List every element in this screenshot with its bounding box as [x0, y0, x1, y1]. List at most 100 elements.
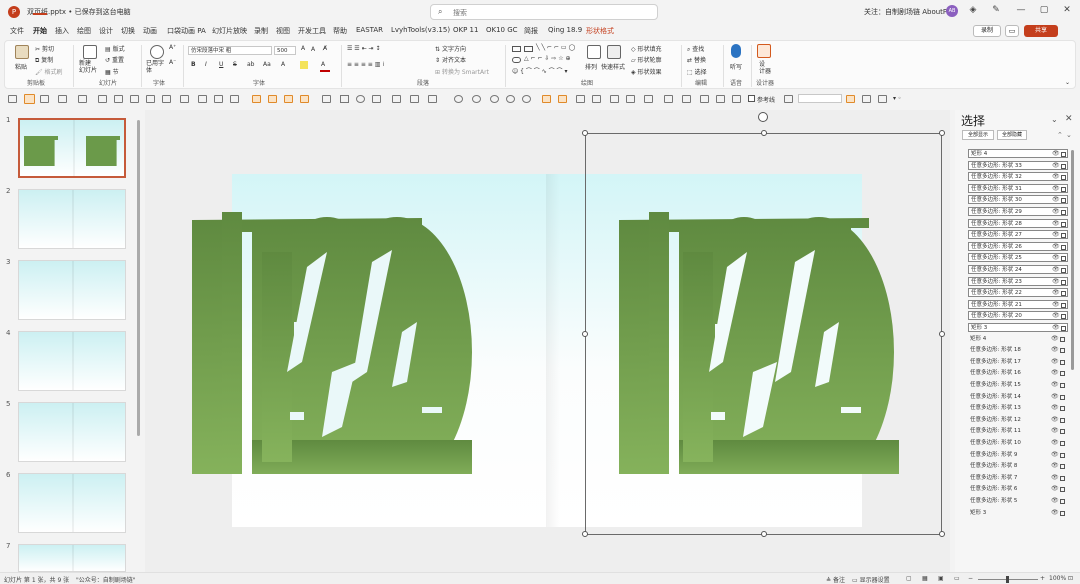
selection-item[interactable]: 任意多边形: 形状 33 👁: [968, 160, 1068, 170]
guides-checkbox[interactable]: [748, 95, 755, 102]
diamond-icon[interactable]: ◈: [966, 5, 980, 15]
text-direction-button[interactable]: ⇅ 文字方向: [435, 44, 466, 53]
reuse-font-icon[interactable]: [150, 45, 164, 59]
paste-label[interactable]: 粘贴: [15, 62, 27, 71]
move-up-icon[interactable]: ⌃: [1057, 131, 1063, 139]
lock-icon[interactable]: [1060, 441, 1065, 446]
visibility-eye-icon[interactable]: 👁: [1051, 345, 1059, 354]
visibility-eye-icon[interactable]: 👁: [1051, 334, 1059, 343]
visibility-eye-icon[interactable]: 👁: [1052, 172, 1060, 181]
selection-item[interactable]: 任意多边形: 形状 17 👁: [968, 358, 1068, 367]
arrange-label[interactable]: 排列: [585, 62, 597, 71]
visibility-eye-icon[interactable]: 👁: [1052, 207, 1060, 216]
tab-5[interactable]: 切换: [121, 26, 135, 36]
visibility-eye-icon[interactable]: 👁: [1052, 242, 1060, 251]
resize-handle[interactable]: [761, 531, 767, 537]
selection-box[interactable]: [582, 130, 945, 537]
paste-icon[interactable]: [15, 45, 29, 59]
visibility-eye-icon[interactable]: 👁: [1052, 184, 1060, 193]
more-tools-icon[interactable]: ▾ ◦: [893, 95, 901, 102]
selection-item[interactable]: 矩形 3 👁: [968, 323, 1068, 332]
tab-14[interactable]: LvyhTools(v3.15): [391, 26, 450, 34]
selection-item[interactable]: 任意多边形: 形状 27 👁: [968, 230, 1068, 240]
align-text-button[interactable]: ⇕ 对齐文本: [435, 55, 466, 64]
tab-19[interactable]: 形状格式: [586, 26, 614, 36]
tool-icon[interactable]: [230, 95, 239, 103]
zoom-in-icon[interactable]: +: [1040, 575, 1045, 582]
new-slide-icon[interactable]: [83, 45, 97, 59]
lock-icon[interactable]: [1061, 233, 1066, 239]
selection-item[interactable]: 任意多边形: 形状 24 👁: [968, 265, 1068, 274]
maximize-icon[interactable]: ▢: [1037, 5, 1051, 15]
resize-handle[interactable]: [582, 130, 588, 136]
selection-item[interactable]: 任意多边形: 形状 14 👁: [968, 393, 1068, 402]
visibility-eye-icon[interactable]: 👁: [1052, 265, 1060, 274]
quick-styles-icon[interactable]: [607, 45, 621, 59]
tool-icon[interactable]: [664, 95, 673, 103]
tool-icon[interactable]: [862, 95, 871, 103]
shape-tool-icon[interactable]: [252, 95, 261, 103]
lock-icon[interactable]: [1061, 326, 1066, 331]
tab-17[interactable]: 简报: [524, 26, 538, 36]
font-color-icon[interactable]: A: [281, 61, 285, 68]
tool-icon[interactable]: [644, 95, 653, 103]
zoom-out-icon[interactable]: −: [968, 575, 973, 582]
resize-handle[interactable]: [761, 130, 767, 136]
visibility-eye-icon[interactable]: 👁: [1052, 253, 1060, 262]
shape-tool-icon[interactable]: [284, 95, 293, 103]
star-tool-icon[interactable]: [610, 95, 619, 103]
selection-item[interactable]: 任意多边形: 形状 20 👁: [968, 311, 1068, 321]
lock-icon[interactable]: [1061, 163, 1066, 169]
visibility-eye-icon[interactable]: 👁: [1051, 403, 1059, 412]
resize-handle[interactable]: [939, 531, 945, 537]
resize-handle[interactable]: [939, 130, 945, 136]
tool-icon[interactable]: [716, 95, 725, 103]
thumbnails-scrollbar[interactable]: [137, 120, 140, 436]
select-tool-icon[interactable]: [24, 94, 35, 104]
merge-tool-icon[interactable]: [454, 95, 463, 103]
lock-icon[interactable]: [1060, 394, 1065, 400]
visibility-eye-icon[interactable]: 👁: [1052, 195, 1060, 204]
tool-icon[interactable]: [114, 95, 123, 103]
selection-item[interactable]: 任意多边形: 形状 31 👁: [968, 183, 1068, 193]
slide-thumbnail-6[interactable]: [18, 473, 126, 533]
visibility-eye-icon[interactable]: 👁: [1051, 484, 1059, 493]
lock-icon[interactable]: [1060, 417, 1065, 423]
lock-icon[interactable]: [1060, 464, 1065, 470]
minimize-icon[interactable]: —: [1014, 5, 1028, 15]
tool-icon[interactable]: [214, 95, 223, 103]
lock-icon[interactable]: [1061, 186, 1066, 192]
visibility-eye-icon[interactable]: 👁: [1052, 161, 1060, 170]
tool-icon[interactable]: [372, 95, 381, 103]
ellipse-tool-icon[interactable]: [356, 95, 365, 103]
tool-icon[interactable]: [576, 95, 585, 103]
glyph-shapes-left[interactable]: [192, 212, 477, 474]
tool-icon[interactable]: [700, 95, 709, 103]
visibility-eye-icon[interactable]: 👁: [1051, 496, 1059, 505]
comments-button[interactable]: ▭: [1005, 25, 1019, 37]
show-all-button[interactable]: 全部显示: [962, 130, 994, 140]
close-icon[interactable]: ✕: [1060, 5, 1074, 15]
tool-icon[interactable]: [146, 95, 155, 103]
lock-icon[interactable]: [1060, 371, 1065, 377]
lock-icon[interactable]: [1061, 268, 1066, 273]
move-down-icon[interactable]: ⌄: [1066, 131, 1072, 139]
section-button[interactable]: ▦ 节: [105, 67, 119, 76]
value-dropdown[interactable]: [798, 94, 842, 103]
highlight-color-icon[interactable]: [300, 61, 308, 69]
merge-tool-icon[interactable]: [522, 95, 531, 103]
tool-icon[interactable]: [98, 95, 107, 103]
shape-effects-button[interactable]: ◈ 形状效果: [631, 67, 662, 76]
tool-icon[interactable]: [392, 95, 401, 103]
visibility-eye-icon[interactable]: 👁: [1052, 219, 1060, 228]
lock-icon[interactable]: [1060, 406, 1065, 412]
visibility-eye-icon[interactable]: 👁: [1051, 438, 1059, 447]
lock-icon[interactable]: [1061, 210, 1066, 215]
change-case-icon[interactable]: Aa: [263, 61, 271, 68]
designer-icon[interactable]: [757, 44, 771, 58]
notes-button[interactable]: ≜ 备注: [826, 575, 845, 584]
format-painter-button[interactable]: 🖌 格式刷: [35, 67, 63, 76]
selection-item[interactable]: 任意多边形: 形状 5 👁: [968, 497, 1068, 506]
selection-item[interactable]: 任意多边形: 形状 21 👁: [968, 299, 1068, 309]
lock-icon[interactable]: [1061, 198, 1066, 204]
